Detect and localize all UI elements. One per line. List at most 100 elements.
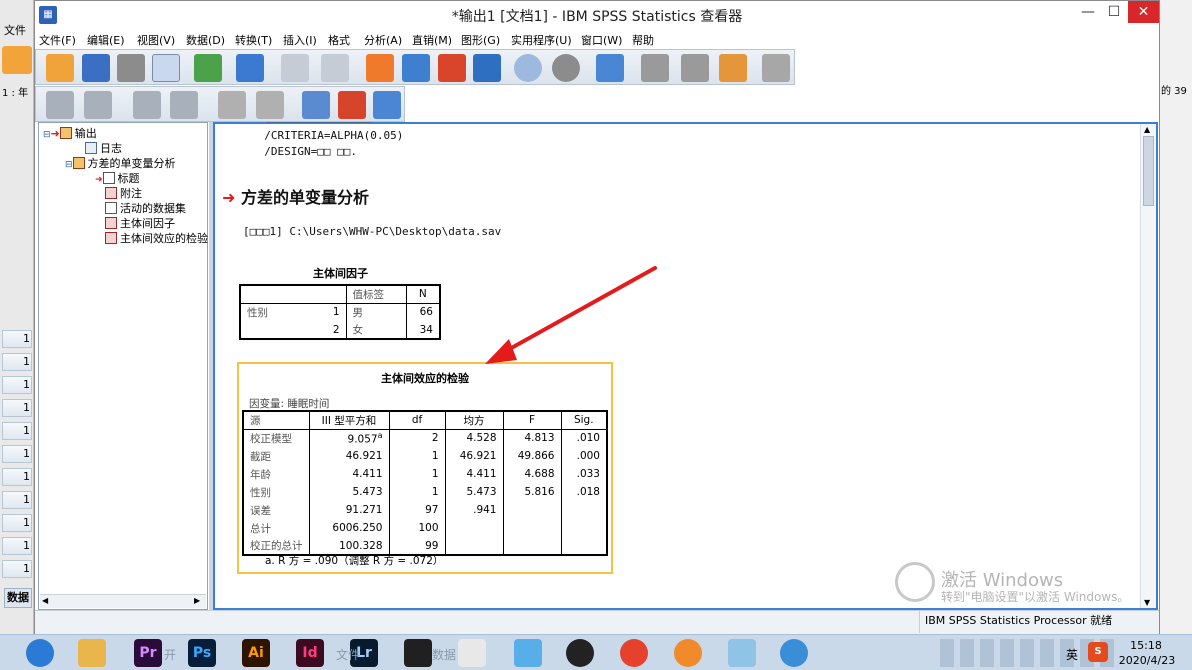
maximize-button[interactable]: ☐ — [1101, 1, 1127, 23]
demote-arrow-right-icon[interactable] — [84, 91, 112, 119]
menu-analyze[interactable]: 分析(A) — [364, 32, 402, 48]
split-file-icon[interactable] — [473, 54, 501, 82]
scroll-down-arrow-icon[interactable]: ▼ — [1144, 598, 1150, 607]
variables-icon[interactable] — [438, 54, 466, 82]
content-vertical-scrollbar[interactable]: ▲ ▼ — [1140, 124, 1156, 608]
print-icon[interactable] — [117, 54, 145, 82]
video-editor-icon[interactable] — [404, 639, 432, 667]
outline-item-notes[interactable]: 附注 — [105, 187, 142, 200]
sogou-ime-icon[interactable]: S — [1088, 642, 1108, 662]
cell-ms-value: 4.528 — [466, 432, 497, 445]
menu-window[interactable]: 窗口(W) — [581, 32, 622, 48]
app-icon[interactable] — [458, 639, 486, 667]
recall-dialog-icon[interactable] — [236, 54, 264, 82]
bg-row-label: 1 — [2, 445, 32, 463]
menu-data[interactable]: 数据(D) — [186, 32, 225, 48]
open-folder-icon[interactable] — [46, 54, 74, 82]
cell-df-value: 100 — [418, 522, 439, 534]
menu-utilities[interactable]: 实用程序(U) — [511, 32, 572, 48]
collapse-minus-icon[interactable] — [170, 91, 198, 119]
insert-title-icon[interactable] — [338, 91, 366, 119]
minimize-button[interactable]: — — [1075, 1, 1101, 23]
notes-app-icon[interactable] — [728, 639, 756, 667]
menu-format[interactable]: 格式 — [328, 32, 350, 48]
cell-df-value: 1 — [431, 468, 439, 480]
outline-item-tests-of-effects[interactable]: 主体间效应的检验 — [105, 232, 208, 245]
select-cases-icon[interactable] — [514, 54, 542, 82]
outline-root-label: 输出 — [74, 127, 97, 140]
menu-edit[interactable]: 编辑(E) — [87, 32, 125, 48]
cell-f: 5.816 — [502, 483, 561, 501]
file-explorer-icon[interactable] — [78, 639, 106, 667]
browser-icon[interactable] — [674, 639, 702, 667]
undo-icon[interactable] — [281, 54, 309, 82]
illustrator-icon[interactable]: Ai — [242, 639, 270, 667]
menu-insert[interactable]: 插入(I) — [283, 32, 317, 48]
outline-root[interactable]: ⊟➜ 输出 — [43, 127, 97, 142]
expand-plus-icon[interactable] — [133, 91, 161, 119]
clock-time[interactable]: 15:18 — [1116, 639, 1176, 652]
scroll-left-arrow-icon[interactable]: ◀ — [42, 596, 52, 606]
menu-help[interactable]: 帮助 — [632, 32, 654, 48]
clock-date[interactable]: 2020/4/23 — [1112, 654, 1182, 667]
collapse-toggle-icon[interactable]: ⊟ — [65, 160, 73, 170]
show-all-icon[interactable] — [681, 54, 709, 82]
weight-cases-icon[interactable] — [552, 54, 580, 82]
print-preview-icon[interactable] — [152, 54, 180, 82]
promote-arrow-left-icon[interactable] — [46, 91, 74, 119]
close-button[interactable]: ✕ — [1128, 1, 1159, 23]
outline-item-active-dataset[interactable]: 活动的数据集 — [105, 202, 186, 215]
menu-bar: 文件(F) 编辑(E) 视图(V) 数据(D) 转换(T) 插入(I) 格式 分… — [35, 29, 1159, 49]
bg-row-label: 1 — [2, 330, 32, 348]
bg-file-menu[interactable]: 文件 — [4, 22, 26, 38]
collapse-toggle-icon[interactable]: ⊟ — [43, 130, 51, 140]
cell-f — [502, 519, 561, 537]
start-button-icon[interactable] — [26, 639, 54, 667]
redo-icon[interactable] — [321, 54, 349, 82]
spss-taskbar-icon[interactable] — [780, 639, 808, 667]
menu-view[interactable]: 视图(V) — [137, 32, 175, 48]
outline-item-univariate[interactable]: ⊟ 方差的单变量分析 — [65, 157, 176, 172]
menu-direct-marketing[interactable]: 直销(M) — [412, 32, 452, 48]
scroll-thumb[interactable] — [1143, 136, 1154, 206]
insert-text-icon[interactable] — [373, 91, 401, 119]
bg-cell-ref: 1 : 年 — [2, 88, 29, 99]
insert-output-icon[interactable] — [762, 54, 790, 82]
designate-window-icon[interactable] — [641, 54, 669, 82]
factors-table[interactable]: 值标签 N 性别 1 男 66 2 女 34 — [238, 284, 441, 340]
menu-transform[interactable]: 转换(T) — [235, 32, 272, 48]
cell-ss-value: 5.473 — [352, 486, 383, 498]
indesign-icon[interactable]: Id — [296, 639, 324, 667]
run-script-icon[interactable] — [719, 54, 747, 82]
premiere-icon[interactable]: Pr — [134, 639, 162, 667]
outline-item-between-factors[interactable]: 主体间因子 — [105, 217, 175, 230]
qq-icon[interactable] — [566, 639, 594, 667]
watermark-subtitle: 转到"电脑设置"以激活 Windows。 — [941, 590, 1130, 604]
scroll-right-arrow-icon[interactable]: ▶ — [194, 596, 204, 606]
value-labels-icon[interactable] — [596, 54, 624, 82]
export-icon[interactable] — [194, 54, 222, 82]
menu-graphs[interactable]: 图形(G) — [461, 32, 500, 48]
outline-item-title[interactable]: ➜ 标题 — [95, 172, 140, 187]
app-icon[interactable] — [514, 639, 542, 667]
bg-data-tab[interactable]: 数据 — [4, 588, 32, 608]
ime-indicator[interactable]: 英 — [1066, 646, 1078, 663]
factors-table-title: 主体间因子 — [313, 267, 368, 280]
photoshop-icon[interactable]: Ps — [188, 639, 216, 667]
outline-horizontal-scrollbar[interactable]: ◀ ▶ — [40, 594, 206, 608]
table-row: 性别 5.473 1 5.473 5.816 .018 — [242, 483, 608, 501]
scroll-up-arrow-icon[interactable]: ▲ — [1144, 125, 1150, 134]
goto-case-icon[interactable] — [402, 54, 430, 82]
chrome-icon[interactable] — [620, 639, 648, 667]
save-icon[interactable] — [82, 54, 110, 82]
insert-heading-icon[interactable] — [302, 91, 330, 119]
hide-icon[interactable] — [256, 91, 284, 119]
goto-data-icon[interactable] — [366, 54, 394, 82]
menu-file[interactable]: 文件(F) — [39, 32, 76, 48]
background-right: 的 39 — [1160, 0, 1192, 634]
show-icon[interactable] — [218, 91, 246, 119]
outline-item-log[interactable]: 日志 — [85, 142, 122, 155]
anova-table-container[interactable]: 主体间效应的检验 因变量: 睡眠时间 源 III 型平方和 df 均方 F Si… — [237, 362, 613, 574]
cell-sig: .000 — [560, 447, 608, 465]
cell-f — [502, 501, 561, 519]
